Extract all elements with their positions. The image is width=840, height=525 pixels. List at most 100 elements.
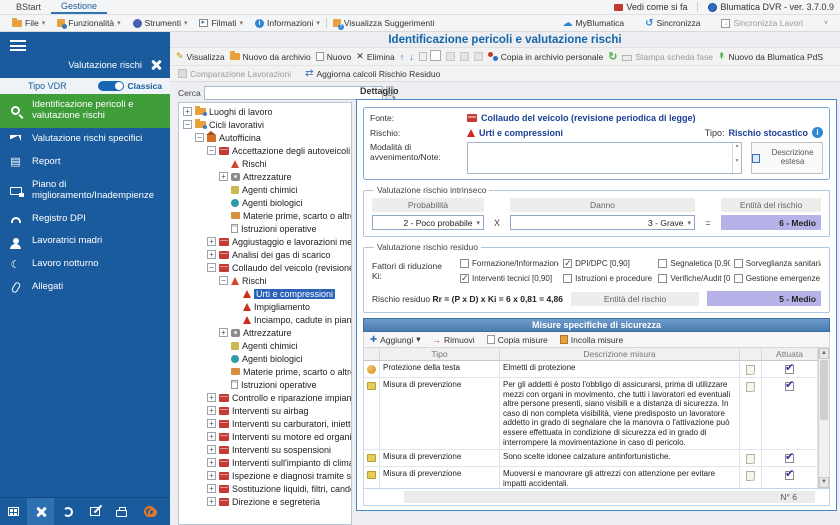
tree-item[interactable]: Agenti biologici [180,196,351,209]
attuata-checkbox[interactable] [785,451,794,464]
visualizza-button[interactable]: ✎ Visualizza [176,51,225,62]
sidebar-item-report[interactable]: ▤ Report [0,151,170,174]
tree-item[interactable]: Inciampo, cadute in piano [180,313,351,326]
tree-item[interactable]: − Accettazione degli autoveicoli [180,144,351,157]
menu-sincronizza-lavori[interactable]: ↓ Sincronizza Lavori [715,17,808,29]
menu-myblumatica[interactable]: ☁ MyBlumatica [556,17,630,29]
help-how-to-link[interactable]: Vedi come si fa [614,2,687,12]
ki-checkbox[interactable]: DPI/DPC [0,90] [563,259,654,268]
table-row[interactable]: Misura di prevenzione Muoversi e manovrar… [364,467,818,488]
danno-select[interactable]: 3 - Grave ▾ [510,215,695,230]
menu-strumenti[interactable]: Strumenti ▾ [127,17,194,29]
tree-item[interactable]: + Attrezzature [180,326,351,339]
hamburger-menu-button[interactable] [0,32,170,55]
move-down-icon[interactable]: ↓ [409,52,414,62]
attuata-checkbox[interactable] [785,379,794,392]
company-button[interactable] [0,498,27,525]
tree-item[interactable]: Materie prime, scarto o altro [180,209,351,222]
expand-icon[interactable]: + [207,471,216,480]
expand-icon[interactable]: + [207,445,216,454]
stampa-scheda-fase-button[interactable]: Stampa scheda fase [622,52,713,62]
tree-item[interactable]: Istruzioni operative [180,222,351,235]
tree-item[interactable]: − Rischi [180,274,351,287]
note-icon[interactable] [746,454,755,465]
note-icon[interactable] [746,365,755,375]
ki-checkbox[interactable]: Formazione/Informazione [0,90] [460,259,559,268]
tree-item[interactable]: + Interventi sull'impianto di climatizzaz… [180,456,351,469]
ki-checkbox[interactable]: Sorveglianza sanitaria [0,90] [733,259,821,268]
tree-item[interactable]: − Autofficina [180,131,351,144]
expand-icon[interactable]: + [183,107,192,116]
tree-item[interactable]: + Sostituzione liquidi, filtri, candele [180,482,351,495]
copia-archivio-personale-button[interactable]: Copia in archivio personale [487,52,603,62]
sync-button[interactable] [54,498,81,525]
expand-icon[interactable]: + [207,432,216,441]
settings-button[interactable] [137,498,164,525]
expand-icon[interactable]: + [219,328,228,337]
scroll-thumb[interactable] [820,360,828,420]
note-icon[interactable] [746,471,755,482]
probabilita-select[interactable]: 2 - Poco probabile ▾ [372,215,484,230]
menu-sincronizza[interactable]: ↺ Sincronizza [639,17,706,29]
tree-item[interactable]: − Collaudo del veicolo (revisione periodi… [180,261,351,274]
spinner-arrows[interactable]: ▲ ▼ [732,143,741,173]
sidebar-item-lavoro-notturno[interactable]: ☾ Lavoro notturno [0,253,170,276]
tree-item[interactable]: − Cicli lavorativi [180,118,351,131]
sidebar-item-allegati[interactable]: Allegati [0,276,170,299]
print-button[interactable] [108,498,135,525]
table-row[interactable]: Misura di prevenzione Sono scelte idonee … [364,450,818,468]
menu-visualizza-suggerimenti[interactable]: Visualizza Suggerimenti [327,17,441,30]
tab-bstart[interactable]: BStart [6,1,51,13]
attuata-checkbox[interactable] [785,362,794,375]
tree-item[interactable]: + Interventi su airbag [180,404,351,417]
tipo-vdr-toggle[interactable] [97,81,124,91]
collapse-ribbon-button[interactable]: ˅ [818,19,834,28]
copy-pages-icon[interactable] [429,50,441,61]
collapse-icon[interactable]: − [207,146,216,155]
attuata-checkbox[interactable] [785,468,794,481]
tree-item[interactable]: Agenti chimici [180,339,351,352]
sidebar-item-registro-dpi[interactable]: Registro DPI [0,208,170,231]
aggiorna-calcoli-button[interactable]: ⇄ Aggiorna calcoli Rischio Residuo [305,68,440,79]
comparazione-lavorazioni-button[interactable]: Comparazione Lavorazioni [178,69,291,79]
menu-funzionalita[interactable]: Funzionalità ▾ [51,17,126,29]
expand-icon[interactable]: + [207,406,216,415]
paste-icon[interactable] [445,52,455,61]
tree-item[interactable]: + Controllo e riparazione impianto frenan… [180,391,351,404]
menu-filmati[interactable]: Filmati▾ [193,17,249,29]
tree-item[interactable]: + Interventi su motore ed organi di trasm… [180,430,351,443]
tree-item[interactable]: Agenti biologici [180,352,351,365]
collapse-icon[interactable]: − [219,276,228,285]
nuovo-button[interactable]: Nuovo [315,52,351,62]
collapse-icon[interactable]: − [183,120,192,129]
nuovo-da-archivio-button[interactable]: Nuovo da archivio [229,51,311,62]
ki-checkbox[interactable]: Verifiche/Audit [0,85] [658,274,730,283]
copia-misure-button[interactable]: Copia misure [486,335,548,345]
menu-informazioni[interactable]: i Informazioni ▾ [249,17,326,29]
expand-icon[interactable]: + [219,172,228,181]
sidebar-item-lavoratrici-madri[interactable]: Lavoratrici madri [0,230,170,253]
expand-icon[interactable]: + [207,458,216,467]
sidebar-item-rischi-specifici[interactable]: Valutazione rischi specifici [0,128,170,151]
table-row[interactable]: Protezione della testa Elmetti di protezi… [364,361,818,378]
tree-item[interactable]: Istruzioni operative [180,378,351,391]
descrizione-estesa-button[interactable]: Descrizione estesa [751,142,823,174]
expand-icon[interactable]: + [207,393,216,402]
aggiungi-button[interactable]: ✚ Aggiungi ▾ [370,334,421,345]
tree-item[interactable]: + Interventi su carburatori, iniettori e … [180,417,351,430]
expand-icon[interactable]: + [207,250,216,259]
paste-icon[interactable] [459,52,469,61]
tab-gestione[interactable]: Gestione [51,0,108,14]
ki-checkbox[interactable]: Gestione emergenze [0,85] [733,274,821,283]
tree-item[interactable]: + Aggiustaggio e lavorazioni meccaniche [180,235,351,248]
tree-item[interactable]: Materie prime, scarto o altro [180,365,351,378]
note-icon[interactable] [746,382,755,392]
tree-item[interactable]: Urti e compressioni [180,287,351,300]
table-row[interactable]: Misura di prevenzione Per gli addetti è p… [364,378,818,451]
nuovo-da-blumatica-pds-button[interactable]: ↟ Nuovo da Blumatica PdS [718,51,823,62]
risk-assessment-button[interactable] [27,498,54,525]
collapse-icon[interactable]: − [195,133,204,142]
refresh-icon[interactable]: ↻ [608,50,617,63]
tree-item[interactable]: + Analisi dei gas di scarico [180,248,351,261]
ki-checkbox[interactable]: Istruzioni e procedure [0,90] [563,274,654,283]
